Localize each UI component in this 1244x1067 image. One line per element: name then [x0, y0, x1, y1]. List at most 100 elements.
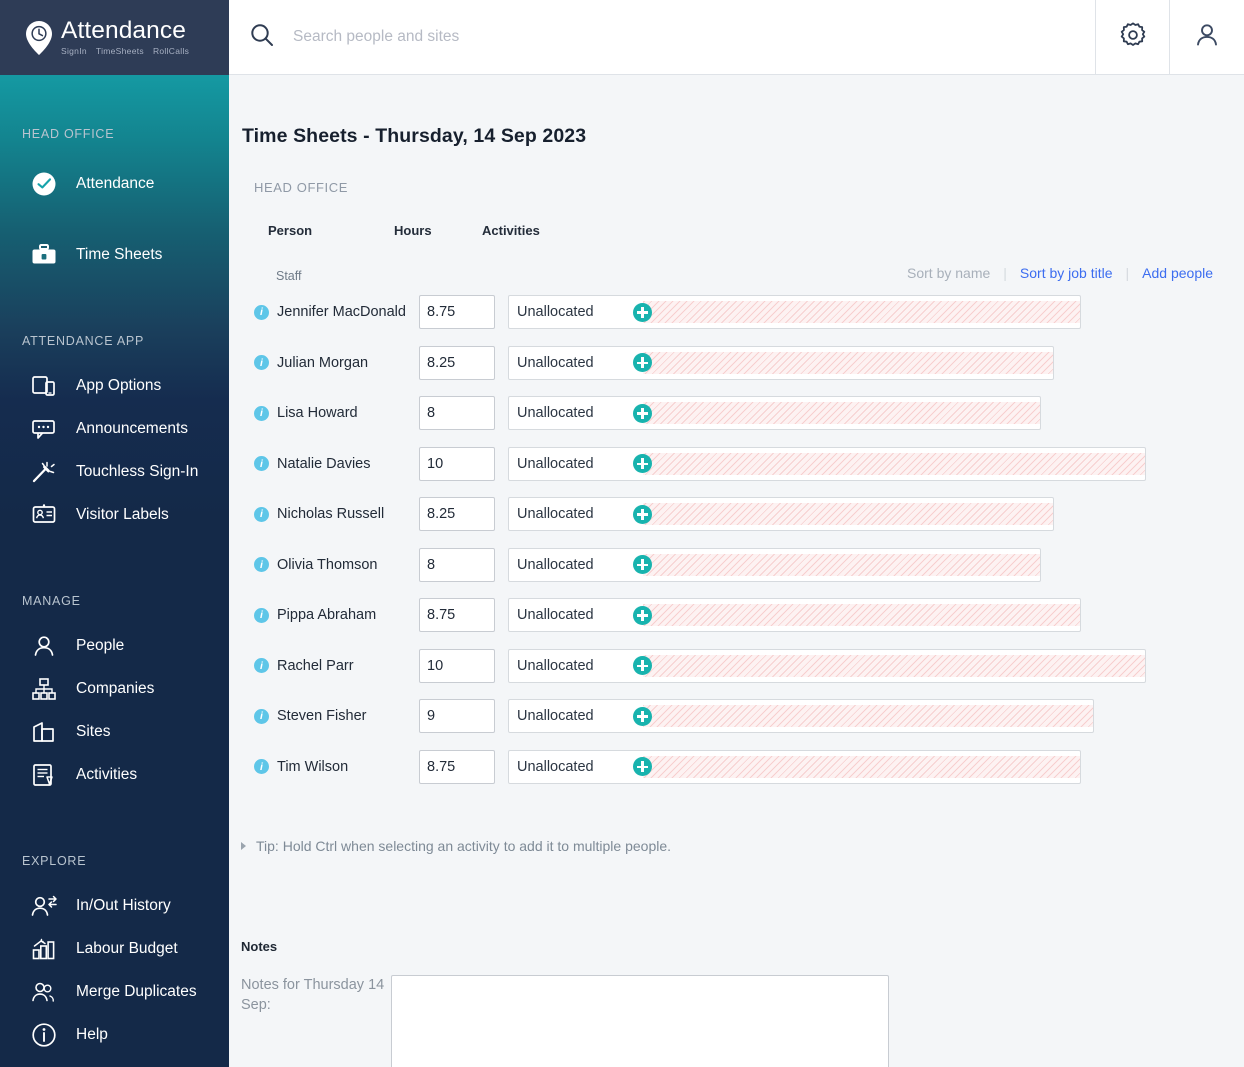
sidebar-item-in-out-history[interactable]: In/Out History — [0, 884, 229, 927]
add-activity-button[interactable] — [633, 504, 652, 524]
info-icon[interactable]: i — [254, 355, 269, 371]
sidebar-item-label: Touchless Sign-In — [76, 462, 199, 480]
table-row: i Steven Fisher Unallocated 9 hrs — [254, 691, 1244, 742]
info-icon[interactable]: i — [254, 506, 269, 522]
person-cell: i Pippa Abraham — [254, 607, 419, 623]
sidebar-item-time-sheets[interactable]: Time Sheets — [0, 233, 229, 276]
unallocated-bar — [643, 553, 1040, 576]
search-input[interactable] — [275, 17, 1095, 57]
settings-button[interactable] — [1096, 0, 1170, 74]
sort-by-name-button[interactable]: Sort by name — [907, 265, 990, 281]
notes-textarea[interactable] — [391, 975, 889, 1067]
sidebar-item-help[interactable]: Help — [0, 1013, 229, 1056]
magic-wand-icon — [28, 457, 60, 487]
person-cell: i Nicholas Russell — [254, 506, 419, 522]
sidebar-section-attendance-app: ATTENDANCE APP — [22, 334, 145, 348]
activity-cell[interactable]: Unallocated 8 hrs 45 m — [508, 749, 1081, 784]
activity-label: Unallocated — [517, 455, 594, 472]
add-activity-button[interactable] — [633, 403, 652, 423]
activity-cell[interactable]: Unallocated 9 hrs — [508, 699, 1094, 734]
sidebar-item-people[interactable]: People — [0, 624, 229, 667]
info-icon[interactable]: i — [254, 708, 269, 724]
activity-bar-wrap: 10 hrs — [643, 650, 1145, 682]
search-bar[interactable] — [229, 0, 1096, 74]
hours-input[interactable] — [419, 446, 495, 481]
account-button[interactable] — [1170, 0, 1244, 74]
sidebar-item-activities[interactable]: Activities — [0, 753, 229, 796]
activity-bar-wrap: 8 hrs — [643, 397, 1040, 429]
toolbar-divider: | — [1003, 265, 1007, 281]
brand-name: Attendance — [61, 16, 186, 44]
sidebar-item-attendance[interactable]: Attendance — [0, 162, 229, 205]
activity-cell[interactable]: Unallocated 8 hrs 15 m — [508, 345, 1054, 380]
sidebar-item-sites[interactable]: Sites — [0, 710, 229, 753]
activity-bar-wrap: 8 hrs 15 m — [643, 498, 1053, 530]
activity-label: Unallocated — [517, 354, 594, 371]
activity-cell[interactable]: Unallocated 10 hrs — [508, 446, 1146, 481]
activity-cell[interactable]: Unallocated 10 hrs — [508, 648, 1146, 683]
sidebar-item-companies[interactable]: Companies — [0, 667, 229, 710]
hours-input[interactable] — [419, 749, 495, 784]
person-cell: i Tim Wilson — [254, 759, 419, 775]
person-cell: i Jennifer MacDonald — [254, 304, 419, 320]
tip-row[interactable]: Tip: Hold Ctrl when selecting an activit… — [241, 838, 1244, 854]
unallocated-bar — [643, 705, 1093, 728]
info-icon[interactable]: i — [254, 405, 269, 421]
activity-label: Unallocated — [517, 708, 594, 725]
activity-cell[interactable]: Unallocated 8 hrs 45 m — [508, 598, 1081, 633]
sidebar-item-label: Activities — [76, 765, 138, 783]
sidebar-item-label: Help — [76, 1025, 108, 1043]
sidebar-item-visitor-labels[interactable]: Visitor Labels — [0, 493, 229, 536]
activity-cell[interactable]: Unallocated 8 hrs — [508, 396, 1041, 431]
info-icon[interactable]: i — [254, 658, 269, 674]
sidebar-item-touchless-sign-in[interactable]: Touchless Sign-In — [0, 450, 229, 493]
info-icon[interactable]: i — [254, 456, 269, 472]
person-icon — [28, 631, 60, 661]
sort-by-job-title-button[interactable]: Sort by job title — [1020, 265, 1113, 281]
info-icon[interactable]: i — [254, 304, 269, 320]
person-cell: i Julian Morgan — [254, 355, 419, 371]
timesheet-rows: i Jennifer MacDonald Unallocated 8 hrs 45 m… — [254, 287, 1244, 792]
activity-bar-wrap: 10 hrs — [643, 448, 1145, 480]
brand-logo[interactable]: Attendance SignIn TimeSheets RollCalls — [0, 0, 229, 75]
table-row: i Olivia Thomson Unallocated 8 hrs — [254, 540, 1244, 591]
sidebar-item-app-options[interactable]: App Options — [0, 364, 229, 407]
activity-cell[interactable]: Unallocated 8 hrs — [508, 547, 1041, 582]
add-activity-button[interactable] — [633, 706, 652, 726]
person-arrows-icon — [28, 891, 60, 921]
table-row: i Jennifer MacDonald Unallocated 8 hrs 45 m — [254, 287, 1244, 338]
info-icon[interactable]: i — [254, 557, 269, 573]
hours-input[interactable] — [419, 396, 495, 431]
tagline-signin: SignIn — [61, 46, 87, 57]
hours-input[interactable] — [419, 295, 495, 330]
person-cell: i Lisa Howard — [254, 405, 419, 421]
activity-cell[interactable]: Unallocated 8 hrs 15 m — [508, 497, 1054, 532]
hours-input[interactable] — [419, 345, 495, 380]
info-icon[interactable]: i — [254, 607, 269, 623]
activity-bar-wrap: 8 hrs 45 m — [643, 751, 1080, 783]
sidebar-item-labour-budget[interactable]: Labour Budget — [0, 927, 229, 970]
table-row: i Tim Wilson Unallocated 8 hrs 45 m — [254, 742, 1244, 793]
toolbar: Sort by name | Sort by job title | Add p… — [907, 265, 1213, 281]
id-badge-icon — [28, 500, 60, 530]
add-activity-button[interactable] — [633, 302, 652, 322]
sidebar-item-label: In/Out History — [76, 896, 171, 914]
person-cell: i Natalie Davies — [254, 456, 419, 472]
hours-input[interactable] — [419, 648, 495, 683]
app-root: Attendance SignIn TimeSheets RollCalls HEA… — [0, 0, 1244, 1067]
info-icon[interactable]: i — [254, 759, 269, 775]
hours-input[interactable] — [419, 497, 495, 532]
hours-input[interactable] — [419, 699, 495, 734]
add-activity-button[interactable] — [633, 605, 652, 625]
activity-cell[interactable]: Unallocated 8 hrs 45 m — [508, 295, 1081, 330]
sidebar-item-merge-duplicates[interactable]: Merge Duplicates — [0, 970, 229, 1013]
hours-input[interactable] — [419, 598, 495, 633]
sidebar-item-label: Time Sheets — [76, 245, 163, 263]
unallocated-bar — [643, 452, 1145, 475]
add-people-button[interactable]: Add people — [1142, 265, 1213, 281]
sidebar-item-announcements[interactable]: Announcements — [0, 407, 229, 450]
hours-input[interactable] — [419, 547, 495, 582]
activity-label: Unallocated — [517, 657, 594, 674]
table-row: i Rachel Parr Unallocated 10 hrs — [254, 641, 1244, 692]
clock-check-icon — [28, 169, 60, 199]
